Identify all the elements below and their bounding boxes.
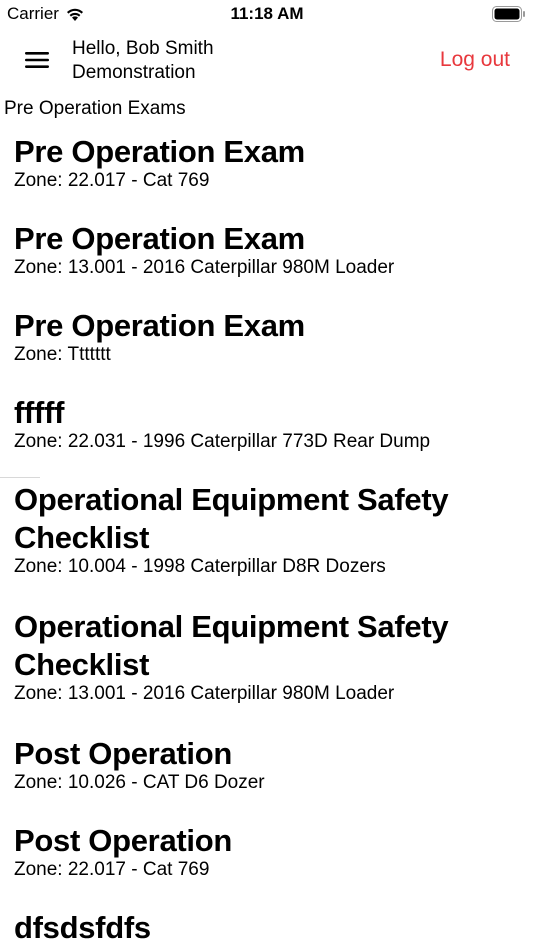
exam-list-item[interactable]: Operational Equipment Safety Checklist Z… <box>0 608 534 735</box>
exam-title: Pre Operation Exam <box>14 221 305 256</box>
nav-bar: Hello, Bob Smith Demonstration Log out <box>0 34 534 86</box>
exam-list-item[interactable]: Operational Equipment Safety Checklist Z… <box>0 481 534 608</box>
battery-icon <box>492 6 525 22</box>
user-greeting: Hello, Bob Smith Demonstration <box>72 37 214 85</box>
exam-title: Operational Equipment Safety Checklist <box>14 482 449 555</box>
exam-title: Pre Operation Exam <box>14 308 305 343</box>
section-title: Pre Operation Exams <box>4 98 186 119</box>
exam-title: Pre Operation Exam <box>14 134 305 169</box>
greeting-organization: Demonstration <box>72 62 196 83</box>
hamburger-menu-icon <box>25 52 49 68</box>
exam-zone: Zone: Ttttttt <box>14 344 111 365</box>
exam-list-item[interactable]: Post Operation Zone: 22.017 - Cat 769 <box>0 822 534 909</box>
menu-button[interactable] <box>18 44 56 76</box>
logout-button[interactable]: Log out <box>440 48 510 72</box>
status-bar: Carrier 11:18 AM <box>0 0 534 30</box>
exam-zone: Zone: 22.031 - 1996 Caterpillar 773D Rea… <box>14 431 431 452</box>
exam-list-item[interactable]: dfsdsfdfs <box>0 909 534 949</box>
exam-zone: Zone: 22.017 - Cat 769 <box>14 859 210 880</box>
exam-list: Pre Operation Exam Zone: 22.017 - Cat 76… <box>0 133 534 949</box>
status-time: 11:18 AM <box>230 4 304 23</box>
exam-title: Post Operation <box>14 823 232 858</box>
exam-list-item[interactable]: Pre Operation Exam Zone: Ttttttt <box>0 307 534 394</box>
exam-list-item[interactable]: fffff Zone: 22.031 - 1996 Caterpillar 77… <box>0 394 534 481</box>
exam-title: dfsdsfdfs <box>14 910 151 945</box>
exam-list-item[interactable]: Pre Operation Exam Zone: 22.017 - Cat 76… <box>0 133 534 220</box>
exam-zone: Zone: 13.001 - 2016 Caterpillar 980M Loa… <box>14 683 395 704</box>
row-separator <box>0 477 40 478</box>
exam-zone: Zone: 10.026 - CAT D6 Dozer <box>14 772 265 793</box>
exam-list-item[interactable]: Pre Operation Exam Zone: 13.001 - 2016 C… <box>0 220 534 307</box>
exam-title: fffff <box>14 395 65 430</box>
greeting-name: Hello, Bob Smith <box>72 38 214 59</box>
exam-zone: Zone: 10.004 - 1998 Caterpillar D8R Doze… <box>14 556 386 577</box>
exam-list-item[interactable]: Post Operation Zone: 10.026 - CAT D6 Doz… <box>0 735 534 822</box>
exam-zone: Zone: 22.017 - Cat 769 <box>14 170 210 191</box>
exam-title: Operational Equipment Safety Checklist <box>14 609 449 682</box>
exam-title: Post Operation <box>14 736 232 771</box>
exam-zone: Zone: 13.001 - 2016 Caterpillar 980M Loa… <box>14 257 395 278</box>
